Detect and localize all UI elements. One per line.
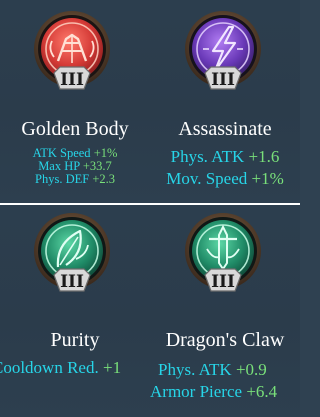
talent-stats: Phys. ATK +0.9 Armor Pierce +6.4	[150, 359, 300, 403]
talent-card-purity[interactable]: III Purity Cooldown Red. +1	[0, 205, 150, 417]
stat-line: Armor Pierce +6.4	[150, 381, 300, 403]
stat-line: Phys. ATK +1.6	[150, 146, 300, 168]
talent-emblem-purity[interactable]: III	[32, 213, 112, 295]
stat-label: Mov. Speed	[166, 169, 248, 188]
stat-label: Phys. ATK	[158, 360, 232, 379]
talent-card-assassinate[interactable]: III Assassinate Phys. ATK +1.6 Mov. Spee…	[150, 0, 300, 203]
stat-label: Phys. ATK	[170, 147, 245, 166]
talent-name: Assassinate	[178, 118, 272, 140]
stat-line: Phys. DEF +2.3	[0, 173, 150, 186]
stat-line: Phys. ATK +0.9	[150, 359, 300, 381]
rank-badge: III	[60, 272, 84, 292]
lightning-icon: III	[185, 11, 261, 90]
stat-label: Armor Pierce	[150, 382, 243, 401]
leaf-icon: III	[34, 213, 110, 292]
talent-emblem-assassinate[interactable]: III	[183, 11, 263, 93]
rank-badge: III	[211, 70, 235, 90]
rank-badge: III	[60, 70, 84, 90]
stat-label: Phys. DEF	[35, 172, 90, 186]
stat-value: +33.7	[82, 159, 112, 173]
stat-line: Mov. Speed +1%	[150, 168, 300, 190]
stat-label: Max HP	[38, 159, 80, 173]
talent-emblem-dragons-claw[interactable]: III	[183, 213, 263, 295]
talent-stats: ATK Speed +1% Max HP +33.7 Phys. DEF +2.…	[0, 147, 150, 186]
stat-label: Cooldown Red.	[0, 358, 99, 377]
rank-badge: III	[211, 272, 235, 292]
sword-icon: III	[185, 213, 261, 292]
stat-value: +1.6	[248, 147, 280, 166]
talent-name: Purity	[50, 329, 100, 351]
talent-panel-bottom: III Purity Cooldown Red. +1 III Dragon's…	[0, 205, 300, 417]
stat-value: +1	[102, 358, 122, 377]
fist-icon: III	[34, 11, 110, 90]
stat-value: +2.3	[92, 172, 115, 186]
talent-name: Golden Body	[21, 118, 129, 140]
stat-value: +1%	[251, 169, 284, 188]
stat-label: ATK Speed	[32, 146, 91, 160]
stat-line: Cooldown Red. +1	[0, 357, 158, 379]
talent-emblem-golden-body[interactable]: III	[32, 11, 112, 93]
stat-value: +0.9	[235, 360, 267, 379]
talent-stats: Phys. ATK +1.6 Mov. Speed +1%	[150, 146, 300, 190]
stat-value: +1%	[93, 146, 118, 160]
stat-value: +6.4	[246, 382, 278, 401]
talent-card-dragons-claw[interactable]: III Dragon's Claw Phys. ATK +0.9 Armor P…	[150, 205, 300, 417]
talent-stats: Cooldown Red. +1	[0, 357, 158, 379]
talent-panel-top: III Golden Body ATK Speed +1% Max HP +33…	[0, 0, 300, 203]
talent-name: Dragon's Claw	[165, 329, 285, 351]
talent-card-golden-body[interactable]: III Golden Body ATK Speed +1% Max HP +33…	[0, 0, 150, 203]
